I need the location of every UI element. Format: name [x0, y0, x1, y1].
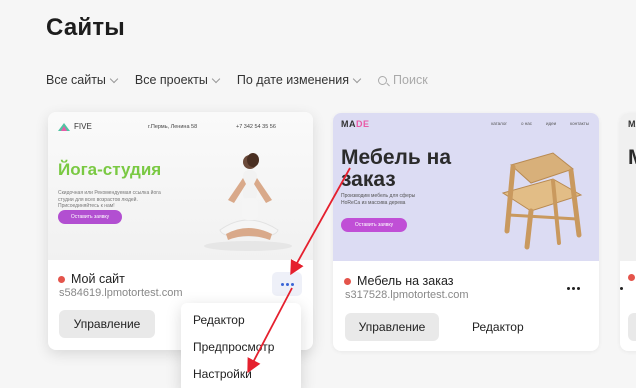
more-dot: [280, 282, 284, 286]
dropdown-item-settings[interactable]: Настройки: [181, 360, 301, 387]
site-thumbnail[interactable]: MA М: [620, 113, 636, 261]
more-dot: [566, 286, 570, 290]
made-logo-prefix: MA: [341, 119, 356, 129]
site-card: MADE каталог о нас идеи контакты Мебель …: [333, 113, 599, 351]
five-logo-icon: [58, 122, 70, 131]
editor-button[interactable]: Редактор: [472, 320, 524, 334]
site-name-text: Мой сайт: [71, 272, 125, 286]
status-dot: [58, 275, 65, 283]
more-dot: [571, 286, 575, 290]
thumbnail-headline: М: [628, 147, 636, 169]
thumbnail-nav-item: контакты: [570, 121, 589, 126]
more-options-button[interactable]: [620, 276, 636, 300]
thumbnail-headline: Йога-студия: [58, 160, 162, 179]
thumbnail-nav-item: о нас: [521, 121, 532, 126]
manage-button[interactable]: Управление: [345, 313, 439, 341]
more-dot: [285, 282, 289, 286]
thumbnail-cta-button: Оставить заявку: [341, 218, 407, 232]
more-dot: [620, 286, 623, 290]
all-projects-filter[interactable]: Все проекты: [134, 73, 221, 87]
chevron-down-icon: [211, 74, 221, 83]
all-sites-filter-label: Все сайты: [46, 73, 106, 87]
all-projects-filter-label: Все проекты: [134, 73, 208, 87]
site-domain: s584619.lpmotortest.com: [59, 287, 183, 299]
five-logo-text: FIVE: [74, 122, 92, 131]
chevron-down-icon: [109, 74, 119, 83]
dropdown-item-preview[interactable]: Предпросмотр: [181, 333, 301, 360]
thumbnail-address: г.Пермь, Ленина 58: [148, 124, 198, 130]
made-logo-suffix: DE: [356, 119, 370, 129]
more-options-button[interactable]: [558, 276, 588, 300]
thumbnail-nav-item: каталог: [491, 121, 507, 126]
thumbnail-description: Производим мебель для сферы HoReCa из ма…: [341, 193, 416, 206]
thumbnail-phone: +7 342 54 35 56: [236, 124, 276, 130]
site-name-text: Мебель на заказ: [357, 274, 454, 288]
site-domain: s317528.lpmotortest.com: [345, 289, 469, 301]
status-dot: [344, 277, 351, 285]
more-dot: [576, 286, 580, 290]
manage-button[interactable]: [628, 313, 636, 341]
more-options-button[interactable]: [272, 272, 302, 296]
thumbnail-description: Скидочная или Рекомендуемая ссылка йога …: [58, 190, 161, 209]
search-input[interactable]: Поиск: [378, 73, 428, 87]
made-logo: MADE: [341, 119, 370, 129]
chevron-down-icon: [352, 74, 362, 83]
page-title: Сайты: [46, 14, 125, 41]
five-logo: FIVE: [58, 122, 92, 131]
yoga-woman-image: [204, 153, 292, 251]
thumbnail-nav: каталог о нас идеи контакты: [491, 121, 589, 126]
site-thumbnail[interactable]: FIVE г.Пермь, Ленина 58 +7 342 54 35 56 …: [48, 112, 313, 260]
site-thumbnail[interactable]: MADE каталог о нас идеи контакты Мебель …: [333, 113, 599, 261]
sort-filter-label: По дате изменения: [236, 73, 350, 87]
thumbnail-nav-item: идеи: [546, 121, 557, 126]
chair-image: [501, 152, 583, 250]
filters-bar: Все сайты Все проекты По дате изменения …: [46, 72, 428, 88]
sort-filter[interactable]: По дате изменения: [236, 73, 362, 87]
thumbnail-header: FIVE г.Пермь, Ленина 58 +7 342 54 35 56: [58, 122, 303, 134]
dropdown-item-editor[interactable]: Редактор: [181, 306, 301, 333]
manage-button[interactable]: Управление: [59, 310, 155, 338]
made-logo: MA: [628, 119, 636, 129]
site-name: Мой сайт: [58, 272, 125, 286]
site-actions-dropdown: Редактор Предпросмотр Настройки: [181, 303, 301, 388]
more-dot: [290, 282, 294, 286]
thumbnail-headline: Мебель на заказ: [341, 146, 451, 191]
search-placeholder: Поиск: [393, 73, 428, 87]
search-icon: [378, 75, 388, 85]
all-sites-filter[interactable]: Все сайты: [46, 73, 119, 87]
thumbnail-cta-button: Оставить заявку: [58, 210, 122, 224]
site-card: MA М: [620, 113, 636, 351]
site-name: Мебель на заказ: [344, 274, 454, 288]
